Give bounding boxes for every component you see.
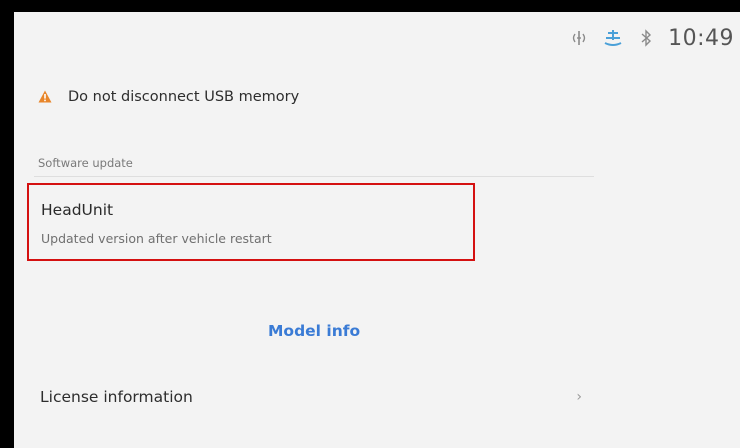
screen: 10:49 Do not disconnect USB memory Softw… (14, 12, 740, 448)
bluetooth-icon (640, 29, 652, 47)
section-label-software-update: Software update (38, 156, 133, 170)
climate-icon (602, 28, 624, 48)
status-bar: 10:49 (572, 20, 734, 56)
wireless-charging-icon (572, 29, 586, 47)
license-label: License information (40, 388, 193, 406)
divider (34, 176, 594, 177)
model-info-button[interactable]: Model info (268, 322, 360, 340)
headunit-subtitle: Updated version after vehicle restart (41, 231, 272, 246)
headunit-item[interactable]: HeadUnit Updated version after vehicle r… (27, 183, 475, 261)
warning-icon (38, 88, 52, 107)
headunit-title: HeadUnit (41, 201, 114, 219)
warning-text: Do not disconnect USB memory (68, 89, 300, 105)
chevron-right-icon: › (576, 389, 582, 405)
usb-warning: Do not disconnect USB memory (38, 82, 299, 112)
clock: 10:49 (668, 25, 734, 51)
license-information-item[interactable]: License information › (28, 372, 588, 422)
